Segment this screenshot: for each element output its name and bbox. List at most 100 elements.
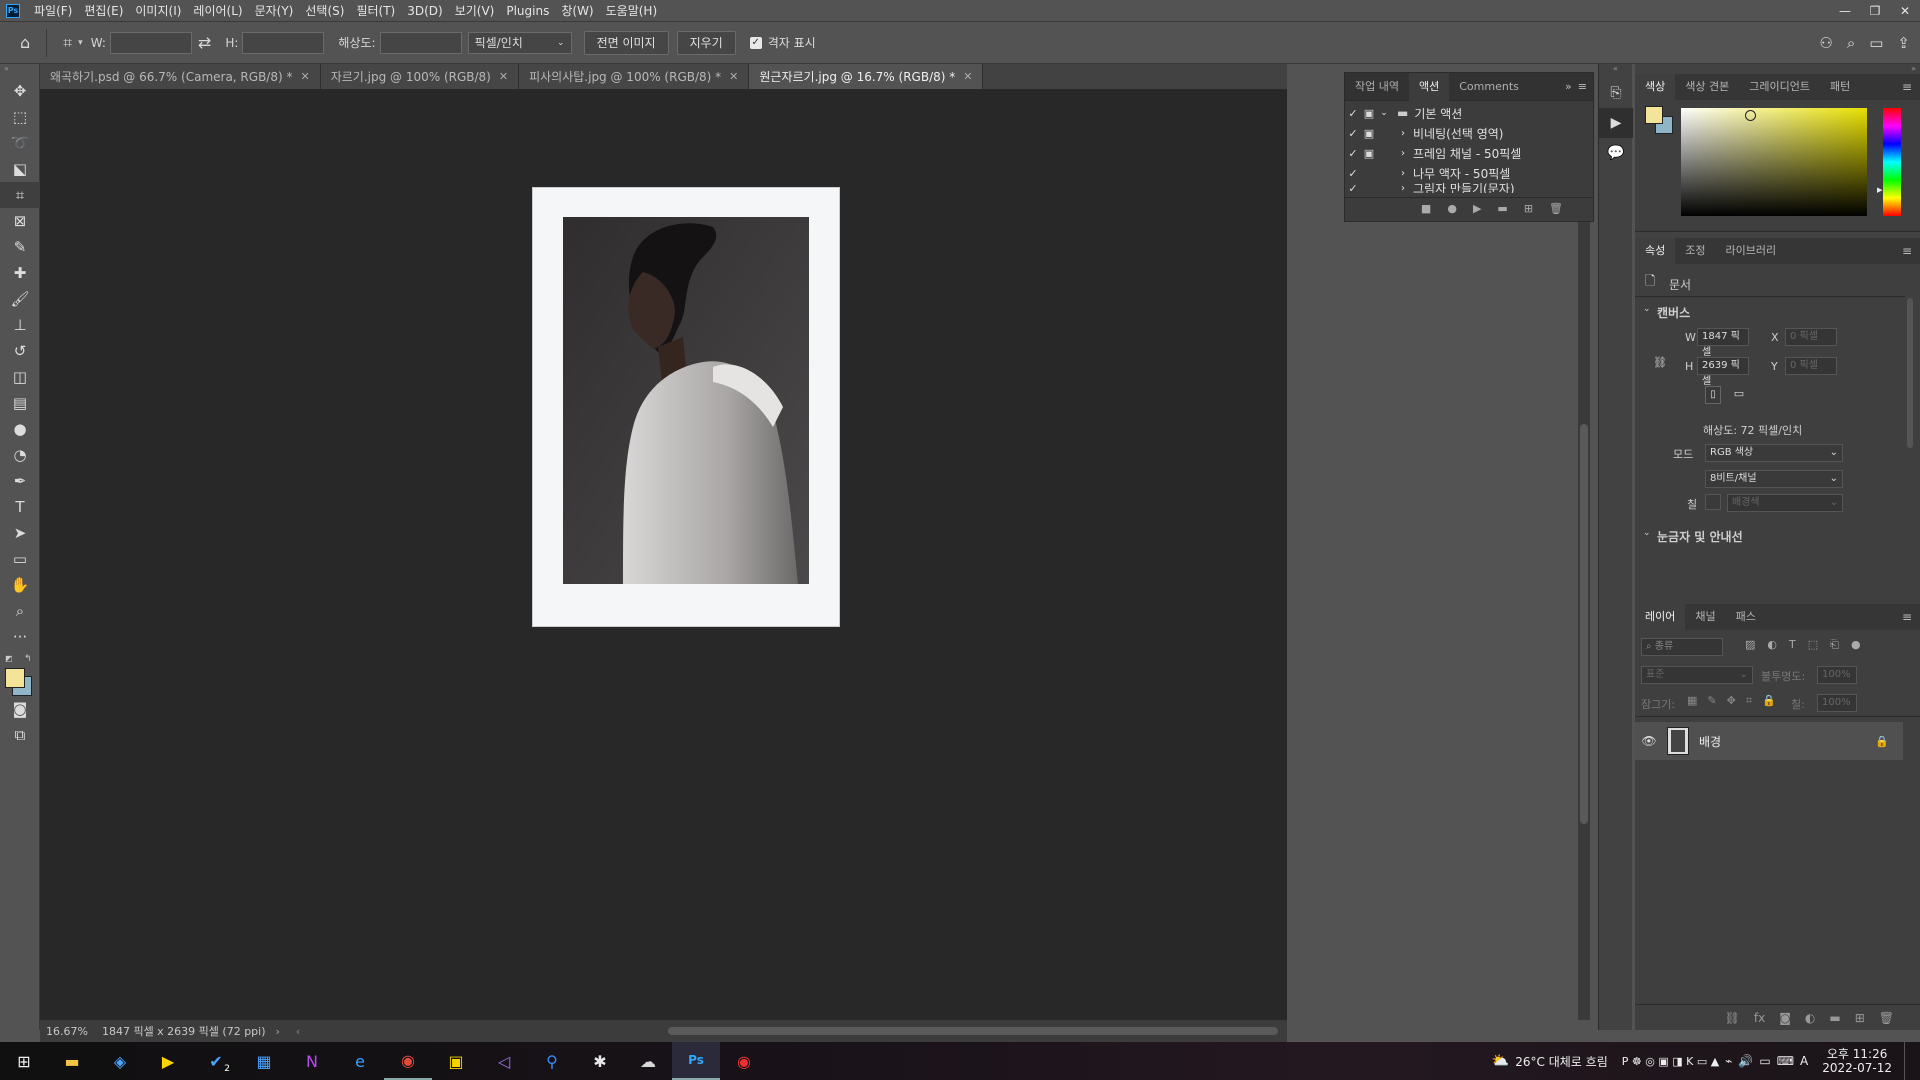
close-icon[interactable]: ✕	[963, 70, 972, 83]
check-icon[interactable]: ✓	[1345, 147, 1361, 160]
delete-layer-icon[interactable]: 🗑	[1879, 1011, 1894, 1025]
chevron-right-icon[interactable]: ›	[1377, 183, 1413, 193]
show-desktop-button[interactable]	[1904, 1042, 1910, 1080]
gradient-tool-icon[interactable]: ▤	[0, 390, 40, 416]
chevron-left-icon[interactable]: ‹	[296, 1025, 300, 1038]
visual-studio-icon[interactable]: ◁	[480, 1042, 528, 1080]
check-icon[interactable]: ✓	[1345, 183, 1361, 193]
close-icon[interactable]: ✕	[729, 70, 738, 83]
filter-toggle-icon[interactable]: ●	[1851, 638, 1861, 652]
vertical-scrollbar[interactable]	[1578, 104, 1590, 1020]
menu-help[interactable]: 도움말(H)	[600, 2, 664, 19]
actions-panel-icon[interactable]: ▶	[1599, 108, 1633, 138]
check-icon[interactable]: ✓	[1345, 167, 1361, 180]
display-icon[interactable]: ▭	[1759, 1054, 1770, 1068]
eyedropper-tool-icon[interactable]: ✎	[0, 234, 40, 260]
slack-icon[interactable]: ✱	[576, 1042, 624, 1080]
landscape-orientation-icon[interactable]: ▭	[1730, 386, 1748, 404]
onenote-icon[interactable]: N	[288, 1042, 336, 1080]
color-picker-handle[interactable]	[1745, 110, 1756, 121]
menu-edit[interactable]: 편집(E)	[78, 2, 129, 19]
lock-icon[interactable]: 🔒	[1875, 735, 1889, 748]
link-icon[interactable]: ⛓	[1653, 356, 1667, 369]
collapse-icon[interactable]: «	[1599, 64, 1632, 78]
dodge-tool-icon[interactable]: ◔	[0, 442, 40, 468]
blur-tool-icon[interactable]: ●	[0, 416, 40, 442]
windows-start-icon[interactable]: ⊞	[0, 1042, 48, 1080]
layer-name[interactable]: 배경	[1699, 733, 1721, 750]
app-icon[interactable]: ☁	[624, 1042, 672, 1080]
move-tool-icon[interactable]: ✥	[0, 78, 40, 104]
healing-brush-tool-icon[interactable]: ✚	[0, 260, 40, 286]
new-action-icon[interactable]: ⊞	[1524, 202, 1533, 215]
keyboard-icon[interactable]: ⌨	[1777, 1054, 1794, 1068]
home-icon[interactable]: ⌂	[20, 33, 30, 52]
tab-properties[interactable]: 속성	[1635, 238, 1676, 264]
media-player-icon[interactable]: ▶	[144, 1042, 192, 1080]
action-row[interactable]: ✓ › 그림자 만들기(문자)	[1345, 183, 1593, 193]
menu-plugins[interactable]: Plugins	[500, 4, 555, 18]
canvas-x-field[interactable]: 0 픽셀	[1785, 328, 1837, 346]
dialog-toggle-icon[interactable]: ▣	[1361, 147, 1377, 160]
photoshop-taskbar-icon[interactable]: Ps	[672, 1042, 720, 1080]
todo-icon[interactable]: ✔ 2	[192, 1042, 240, 1080]
kakaotalk-icon[interactable]: ▣	[432, 1042, 480, 1080]
resolution-input[interactable]	[379, 31, 462, 54]
crop-tool-icon[interactable]: ⌗	[0, 182, 40, 208]
tab-channels[interactable]: 채널	[1685, 604, 1725, 630]
chevron-down-icon[interactable]: ⌄	[1643, 304, 1651, 314]
tab-pisa[interactable]: 피사의사탑.jpg @ 100% (RGB/8) * ✕	[519, 64, 750, 89]
chevron-right-icon[interactable]: ›	[1377, 128, 1413, 139]
width-input[interactable]	[109, 31, 192, 54]
fx-icon[interactable]: fx	[1754, 1011, 1765, 1025]
tab-gradients[interactable]: 그레이디언트	[1739, 74, 1820, 100]
weather-icon[interactable]: ⛅	[1492, 1053, 1509, 1069]
add-mask-icon[interactable]: ◙	[1779, 1011, 1791, 1025]
lasso-tool-icon[interactable]: ➰	[0, 130, 40, 156]
dialog-toggle-icon[interactable]: ▣	[1361, 107, 1377, 120]
lock-pixels-icon[interactable]: ✎	[1707, 694, 1716, 708]
check-icon[interactable]: ✓	[1345, 107, 1361, 120]
action-set-row[interactable]: ✓ ▣ ⌄ ▬ 기본 액션	[1345, 103, 1593, 123]
lock-position-icon[interactable]: ✥	[1727, 694, 1736, 708]
user-icon[interactable]: ⚇	[1819, 34, 1832, 52]
dialog-toggle-icon[interactable]: ▣	[1361, 127, 1377, 140]
pixel-filter-icon[interactable]: ▨	[1745, 638, 1755, 652]
close-icon[interactable]: ✕	[1890, 0, 1920, 22]
fill-select[interactable]: 배경색 ⌄	[1727, 494, 1843, 512]
tab-patterns[interactable]: 패턴	[1820, 74, 1860, 100]
canvas-y-field[interactable]: 0 픽셀	[1785, 357, 1837, 375]
portrait-orientation-icon[interactable]: ▯	[1705, 386, 1721, 404]
front-image-button[interactable]: 전면 이미지	[583, 30, 669, 55]
swap-icon[interactable]: ⇄	[198, 33, 211, 52]
tab-layers[interactable]: 레이어	[1635, 604, 1686, 630]
layer-row[interactable]: 👁 배경 🔒	[1635, 722, 1903, 760]
chevron-down-icon[interactable]: ⌄	[1377, 108, 1391, 118]
rectangle-tool-icon[interactable]: ▭	[0, 546, 40, 572]
opacity-field[interactable]: 100%	[1817, 666, 1857, 684]
tab-crop[interactable]: 자르기.jpg @ 100% (RGB/8) ✕	[320, 64, 520, 89]
hand-tool-icon[interactable]: ✋	[0, 572, 40, 598]
screen-mode-icon[interactable]: ⧉	[0, 722, 40, 748]
clear-button[interactable]: 지우기	[676, 30, 736, 55]
new-layer-icon[interactable]: ⊞	[1855, 1011, 1865, 1025]
expand-icon[interactable]: »	[1565, 80, 1578, 93]
properties-scrollbar[interactable]	[1907, 298, 1913, 448]
menu-window[interactable]: 창(W)	[555, 2, 599, 19]
tab-distort[interactable]: 왜곡하기.psd @ 66.7% (Camera, RGB/8) * ✕	[40, 64, 321, 89]
stamp-tool-icon[interactable]: ⊥	[0, 312, 40, 338]
history-panel-icon[interactable]: ⎘	[1599, 78, 1633, 108]
menu-type[interactable]: 문자(Y)	[249, 2, 300, 19]
chevron-right-icon[interactable]: ›	[1377, 148, 1413, 159]
zoom-level[interactable]: 16.67%	[46, 1025, 88, 1038]
tab-paths[interactable]: 패스	[1726, 604, 1766, 630]
share-icon[interactable]: ⇪	[1897, 34, 1910, 52]
canvas-height-field[interactable]: 2639 픽셀	[1697, 357, 1749, 387]
comments-panel-icon[interactable]: 💬	[1599, 138, 1633, 168]
hue-slider[interactable]	[1883, 108, 1901, 216]
tray-icons[interactable]: P ☸ ◎ ▣ ◨ K ▭ ▲	[1622, 1055, 1719, 1068]
fill-field[interactable]: 100%	[1817, 694, 1857, 712]
tab-history[interactable]: 작업 내역	[1345, 73, 1409, 101]
frame-tool-icon[interactable]: ⊠	[0, 208, 40, 234]
close-icon[interactable]: ✕	[499, 70, 508, 83]
